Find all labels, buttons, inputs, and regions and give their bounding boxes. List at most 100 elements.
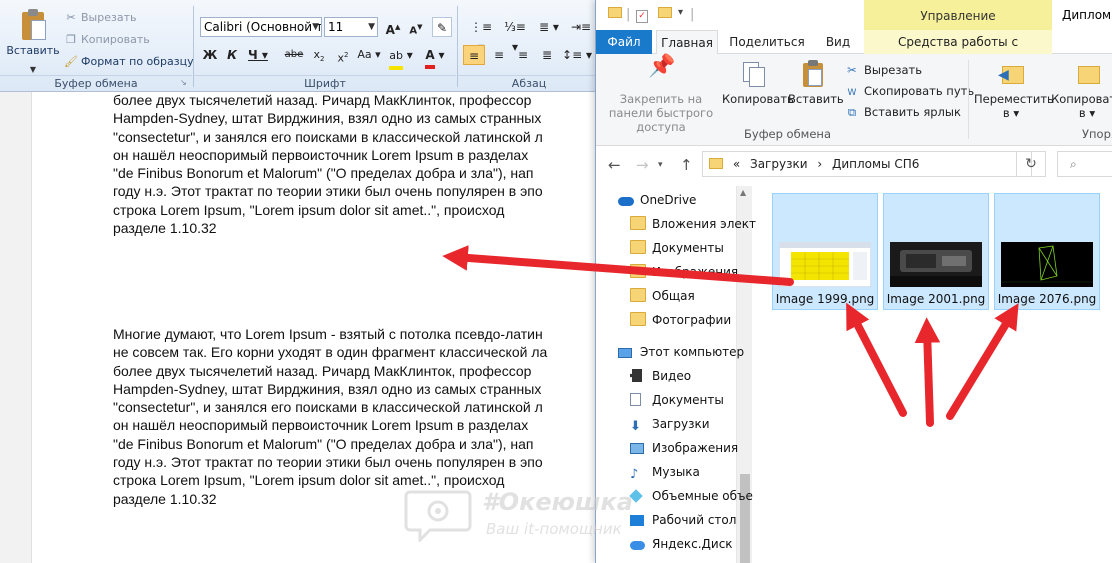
word-copy-button[interactable]: ❐ Копировать (64, 31, 150, 49)
align-center-button[interactable]: ≡ (488, 45, 510, 65)
image-thumbnail (890, 242, 982, 287)
nav-item[interactable]: Объемные объе (629, 484, 753, 508)
nav-item[interactable]: Общая (630, 284, 695, 308)
indent-button[interactable]: ⇥≡ (566, 17, 596, 37)
tab-picture-tools[interactable]: Средства работы с рисунками (864, 30, 1052, 73)
nav-item-label: Документы (652, 393, 724, 407)
bold-button[interactable]: Ж (200, 45, 220, 65)
copy-to-button[interactable]: Копировать в ▾ (1050, 60, 1112, 120)
line-spacing-button[interactable]: ↕≡ ▾ (562, 45, 592, 65)
nav-item[interactable]: OneDrive (618, 188, 696, 212)
subscript-button[interactable]: x2 (308, 45, 330, 65)
paste-shortcut-button[interactable]: ⧉ Вставить ярлык (844, 102, 961, 122)
font-size-select[interactable]: 11 ▼ (324, 17, 378, 37)
refresh-icon[interactable]: ↻ (1016, 151, 1046, 177)
align-right-button[interactable]: ≡ (512, 45, 534, 65)
explorer-window: | ✓ ▾ | Управление Дипломы Файл Главная … (595, 0, 1112, 563)
pin-icon: 📌 (648, 54, 676, 79)
file-list: Image 1999.png Image 2001.png Image 2076… (756, 182, 1112, 563)
cut-button[interactable]: ✂ Вырезать (844, 60, 922, 80)
copy-path-button[interactable]: W Скопировать путь (844, 81, 975, 101)
address-row: ← → ▾ ↑ « Загрузки › Дипломы СП6 ↻ ⌕ (596, 146, 1112, 182)
folder-icon (630, 312, 646, 326)
word-ribbon: Вставить ▼ ✂ Вырезать ❐ Копировать 🖌 Формат… (0, 0, 600, 92)
clear-format-icon[interactable]: ✎ (432, 17, 452, 37)
folder-icon (630, 216, 646, 230)
document-paragraph-1[interactable]: более двух тысячелетий назад. Ричард Мак… (113, 91, 583, 237)
folder-icon[interactable] (608, 7, 622, 22)
strikethrough-button[interactable]: abe (282, 45, 306, 65)
nav-item-label: Изображения (652, 441, 739, 455)
move-to-button[interactable]: ◀ Переместить в ▾ (974, 60, 1054, 120)
word-cut-button[interactable]: ✂ Вырезать (64, 9, 136, 27)
customize-toolbar-icon[interactable]: ▾ (678, 7, 683, 18)
tab-view[interactable]: Вид (818, 30, 858, 54)
file-tile[interactable]: Image 2076.png (994, 193, 1100, 310)
document-line: более двух тысячелетий назад. Ричард Мак… (113, 362, 532, 379)
paste-button[interactable]: Вставить (788, 60, 844, 106)
breadcrumb-downloads[interactable]: Загрузки (750, 157, 808, 171)
nav-item[interactable]: Видео (630, 364, 691, 388)
scroll-up-icon[interactable]: ▲ (740, 188, 746, 197)
onedrive-icon (618, 190, 634, 206)
manage-contextual-tab[interactable]: Управление (864, 0, 1052, 30)
document-paragraph-2[interactable]: Многие думают, что Lorem Ipsum - взятый … (113, 325, 583, 508)
properties-icon[interactable]: ✓ (636, 7, 648, 23)
nav-item[interactable]: Документы (630, 388, 724, 412)
font-name-select[interactable]: Calibri (Основной те ▼ (200, 17, 322, 37)
address-bar[interactable]: « Загрузки › Дипломы СП6 (702, 151, 1032, 177)
nav-item[interactable]: Фотографии (630, 308, 731, 332)
recent-locations-icon[interactable]: ▾ (658, 160, 663, 170)
nav-item[interactable]: Изображения (630, 436, 738, 460)
clipboard-group-label: Буфер обмена (0, 75, 192, 90)
new-folder-icon[interactable] (658, 7, 672, 22)
search-input[interactable]: ⌕ (1057, 151, 1112, 177)
desktop-icon (630, 510, 646, 526)
multilevel-list-button[interactable]: ≣ ▾ (534, 17, 564, 37)
tab-file[interactable]: Файл (596, 30, 652, 54)
folder-icon (630, 240, 646, 254)
forward-arrow-icon[interactable]: → (636, 156, 649, 174)
underline-button[interactable]: Ч ▾ (244, 45, 272, 65)
breadcrumb-current[interactable]: Дипломы СП6 (832, 157, 919, 171)
file-tile[interactable]: Image 2001.png (883, 193, 989, 310)
word-format-painter-button[interactable]: 🖌 Формат по образцу (64, 53, 194, 71)
document-line: "consectetur", и занялся его поисками в … (113, 399, 543, 416)
tab-share[interactable]: Поделиться (728, 30, 806, 54)
shrink-font-icon[interactable]: A▼ (406, 17, 426, 37)
folder-icon (630, 288, 646, 302)
copy-button[interactable]: Копировать (722, 60, 794, 106)
grow-font-icon[interactable]: A▲ (383, 17, 403, 37)
justify-button[interactable]: ≣ (536, 45, 558, 65)
nav-item[interactable]: Документы (630, 236, 724, 260)
paste-icon (18, 8, 48, 42)
font-color-button[interactable]: A ▾ (420, 45, 450, 69)
copy-to-icon (1074, 60, 1100, 88)
word-paste-button[interactable]: Вставить ▼ (6, 8, 60, 74)
document-line: он нашёл неоспоримый первоисточник Lorem… (113, 417, 529, 434)
pin-quick-access-button[interactable]: 📌 Закрепить на панели быстрого доступа (602, 54, 720, 135)
back-arrow-icon[interactable]: ← (608, 156, 621, 174)
align-left-button[interactable]: ≡ (463, 45, 485, 65)
font-group-label: Шрифт (194, 75, 456, 90)
paragraph-group-label: Абзац (458, 75, 600, 90)
nav-item[interactable]: Изображения (630, 260, 738, 284)
nav-item[interactable]: Вложения элект (630, 212, 756, 236)
up-arrow-icon[interactable]: ↑ (680, 156, 693, 174)
nav-item[interactable]: Рабочий стол (630, 508, 736, 532)
tab-home[interactable]: Главная (656, 30, 718, 54)
superscript-button[interactable]: x2 (332, 45, 354, 65)
bullets-button[interactable]: ⋮≡ ▾ (466, 17, 496, 54)
numbering-button[interactable]: ⅓≡ ▾ (500, 17, 530, 54)
image-thumbnail (1001, 242, 1093, 287)
italic-button[interactable]: К (222, 45, 242, 65)
nav-item[interactable]: ♪ Музыка (630, 460, 700, 484)
scissors-icon: ✂ (66, 11, 76, 24)
change-case-button[interactable]: Aa ▾ (356, 45, 382, 65)
nav-item[interactable]: Яндекс.Диск (630, 532, 733, 556)
file-tile[interactable]: Image 1999.png (772, 193, 878, 310)
nav-item[interactable]: Этот компьютер (618, 340, 744, 364)
nav-item[interactable]: ⬇ Загрузки (630, 412, 710, 436)
group-launcher-icon[interactable]: ↘ (180, 78, 187, 87)
highlight-button[interactable]: ab ▾ (386, 45, 416, 70)
